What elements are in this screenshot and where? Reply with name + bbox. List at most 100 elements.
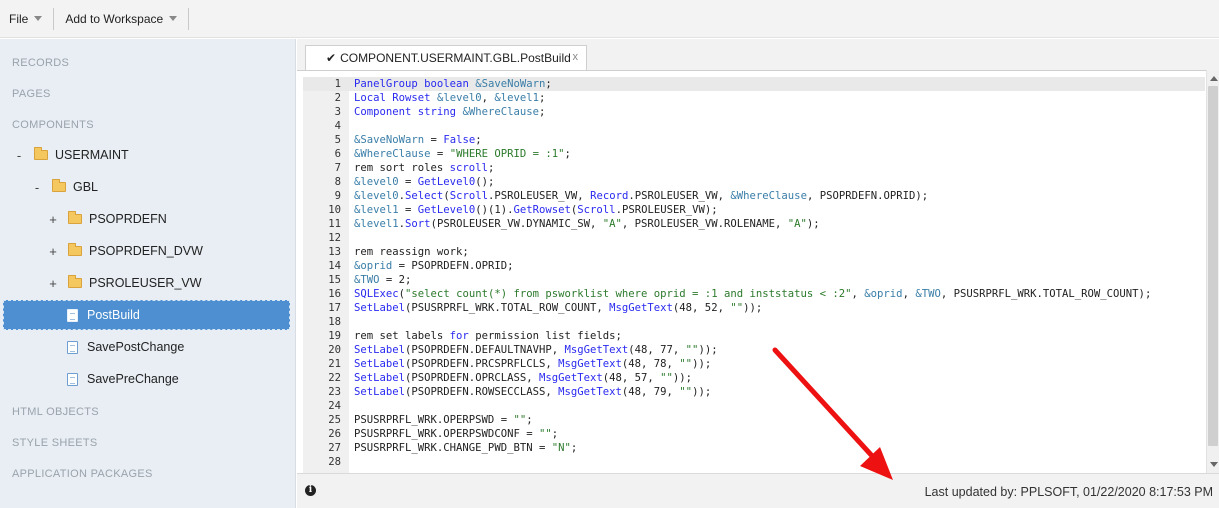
code-text: SetLabel(PSOPRDEFN.PRCSPRFLCLS, MsgGetTe…: [354, 358, 712, 370]
code-line[interactable]: 20 SetLabel(PSOPRDEFN.DEFAULTNAVHP, MsgGe…: [303, 343, 1205, 357]
tree-item-psroleuser-vw[interactable]: + PSROLEUSER_VW: [46, 269, 202, 297]
tree-item-psoprdefn-dvw[interactable]: + PSOPRDEFN_DVW: [46, 237, 203, 265]
vertical-scrollbar[interactable]: [1206, 70, 1219, 473]
tree-item-saveprechange[interactable]: SavePreChange: [67, 365, 179, 393]
line-number: 21: [328, 358, 341, 370]
code-line[interactable]: 24: [303, 399, 1205, 413]
section-records[interactable]: RECORDS: [12, 57, 69, 69]
close-icon[interactable]: x: [573, 51, 579, 63]
line-number: 1: [334, 78, 341, 90]
chevron-down-icon: [169, 16, 178, 21]
folder-icon: [34, 147, 48, 160]
collapse-toggle[interactable]: -: [30, 180, 44, 195]
tree-item-psoprdefn[interactable]: + PSOPRDEFN: [46, 205, 167, 233]
line-number: 27: [328, 442, 341, 454]
code-text: PSUSRPRFL_WRK.OPERPSWDCONF = "";: [354, 428, 559, 440]
tree-item-gbl[interactable]: - GBL: [30, 173, 98, 201]
code-line[interactable]: 12: [303, 231, 1205, 245]
code-line[interactable]: 16 SQLExec("select count(*) from psworkli…: [303, 287, 1205, 301]
info-icon[interactable]: i: [305, 485, 316, 496]
code-text: &level0 = GetLevel0();: [354, 176, 495, 188]
code-line[interactable]: 26 PSUSRPRFL_WRK.OPERPSWDCONF = "";: [303, 427, 1205, 441]
code-text: SetLabel(PSOPRDEFN.DEFAULTNAVHP, MsgGetT…: [354, 344, 718, 356]
line-number: 24: [328, 400, 341, 412]
code-line[interactable]: 23 SetLabel(PSOPRDEFN.ROWSECCLASS, MsgGet…: [303, 385, 1205, 399]
section-components[interactable]: COMPONENTS: [12, 119, 94, 131]
section-html-objects[interactable]: HTML OBJECTS: [12, 406, 99, 418]
code-line[interactable]: 11 &level1.Sort(PSROLEUSER_VW.DYNAMIC_SW,…: [303, 217, 1205, 231]
line-number: 17: [328, 302, 341, 314]
code-line[interactable]: 15 &TWO = 2;: [303, 273, 1205, 287]
code-editor[interactable]: 1 PanelGroup boolean &SaveNoWarn; 2 Local R…: [297, 70, 1219, 474]
file-menu-label: File: [9, 11, 29, 26]
editor-area: ✔ COMPONENT.USERMAINT.GBL.PostBuild x 1 P…: [297, 39, 1219, 508]
scroll-thumb[interactable]: [1208, 86, 1218, 446]
code-line[interactable]: 28: [303, 455, 1205, 469]
tree-item-postbuild[interactable]: PostBuild: [3, 300, 290, 330]
code-text: PanelGroup boolean &SaveNoWarn;: [354, 78, 552, 90]
code-line[interactable]: 4: [303, 119, 1205, 133]
tree-item-label: PostBuild: [87, 308, 140, 322]
scroll-up-icon[interactable]: [1210, 76, 1218, 81]
file-menu[interactable]: File: [0, 0, 51, 38]
code-line[interactable]: 18: [303, 315, 1205, 329]
last-updated-text: Last updated by: PPLSOFT, 01/22/2020 8:1…: [924, 485, 1213, 499]
add-to-workspace-menu[interactable]: Add to Workspace: [56, 0, 186, 38]
expand-toggle[interactable]: +: [46, 276, 60, 291]
tree-item-usermaint[interactable]: - USERMAINT: [12, 141, 129, 169]
folder-icon: [52, 179, 66, 192]
line-number: 6: [334, 148, 341, 160]
code-line[interactable]: 13 rem reassign work;: [303, 245, 1205, 259]
code-line[interactable]: 7 rem sort roles scroll;: [303, 161, 1205, 175]
line-number: 20: [328, 344, 341, 356]
tab-postbuild[interactable]: ✔ COMPONENT.USERMAINT.GBL.PostBuild x: [305, 45, 587, 70]
check-icon: ✔: [326, 51, 337, 65]
line-number: 19: [328, 330, 341, 342]
code-text: &level0.Select(Scroll.PSROLEUSER_VW, Rec…: [354, 190, 929, 202]
code-line[interactable]: 10 &level1 = GetLevel0()(1).GetRowset(Scr…: [303, 203, 1205, 217]
code-line[interactable]: 8 &level0 = GetLevel0();: [303, 175, 1205, 189]
scroll-down-icon[interactable]: [1210, 462, 1218, 467]
tree-item-label: PSROLEUSER_VW: [89, 276, 202, 290]
code-line[interactable]: 6 &WhereClause = "WHERE OPRID = :1";: [303, 147, 1205, 161]
code-text: &level1.Sort(PSROLEUSER_VW.DYNAMIC_SW, "…: [354, 218, 820, 230]
expand-toggle[interactable]: +: [46, 244, 60, 259]
code-line[interactable]: 9 &level0.Select(Scroll.PSROLEUSER_VW, Re…: [303, 189, 1205, 203]
code-text: &SaveNoWarn = False;: [354, 134, 482, 146]
code-text: Local Rowset &level0, &level1;: [354, 92, 546, 104]
code-line[interactable]: 19 rem set labels for permission list fie…: [303, 329, 1205, 343]
code-line[interactable]: 14 &oprid = PSOPRDEFN.OPRID;: [303, 259, 1205, 273]
line-number: 4: [334, 120, 341, 132]
section-pages[interactable]: PAGES: [12, 88, 51, 100]
line-number: 12: [328, 232, 341, 244]
line-number: 13: [328, 246, 341, 258]
section-application-packages[interactable]: APPLICATION PACKAGES: [12, 468, 153, 480]
code-line[interactable]: 5 &SaveNoWarn = False;: [303, 133, 1205, 147]
code-lines[interactable]: 1 PanelGroup boolean &SaveNoWarn; 2 Local R…: [303, 77, 1205, 474]
status-bar: i Last updated by: PPLSOFT, 01/22/2020 8…: [297, 473, 1219, 508]
collapse-toggle[interactable]: -: [12, 148, 26, 163]
section-style-sheets[interactable]: STYLE SHEETS: [12, 437, 98, 449]
code-line[interactable]: 3 Component string &WhereClause;: [303, 105, 1205, 119]
line-number: 9: [334, 190, 341, 202]
tree-item-savepostchange[interactable]: SavePostChange: [67, 333, 184, 361]
menu-divider: [53, 7, 55, 30]
code-line[interactable]: 17 SetLabel(PSUSRPRFL_WRK.TOTAL_ROW_COUNT…: [303, 301, 1205, 315]
tree-item-label: SavePreChange: [87, 372, 179, 386]
code-line[interactable]: 22 SetLabel(PSOPRDEFN.OPRCLASS, MsgGetTex…: [303, 371, 1205, 385]
line-number: 3: [334, 106, 341, 118]
code-text: rem reassign work;: [354, 246, 469, 258]
add-to-workspace-label: Add to Workspace: [65, 11, 164, 26]
code-line[interactable]: 25 PSUSRPRFL_WRK.OPERPSWD = "";: [303, 413, 1205, 427]
code-line[interactable]: 27 PSUSRPRFL_WRK.CHANGE_PWD_BTN = "N";: [303, 441, 1205, 455]
code-line[interactable]: 21 SetLabel(PSOPRDEFN.PRCSPRFLCLS, MsgGet…: [303, 357, 1205, 371]
expand-toggle[interactable]: +: [46, 212, 60, 227]
code-text: rem set labels for permission list field…: [354, 330, 622, 342]
code-line[interactable]: 2 Local Rowset &level0, &level1;: [303, 91, 1205, 105]
code-line[interactable]: 1 PanelGroup boolean &SaveNoWarn;: [303, 77, 1205, 91]
menu-divider: [188, 7, 190, 30]
code-text: SetLabel(PSOPRDEFN.OPRCLASS, MsgGetText(…: [354, 372, 693, 384]
document-icon: [67, 308, 78, 322]
